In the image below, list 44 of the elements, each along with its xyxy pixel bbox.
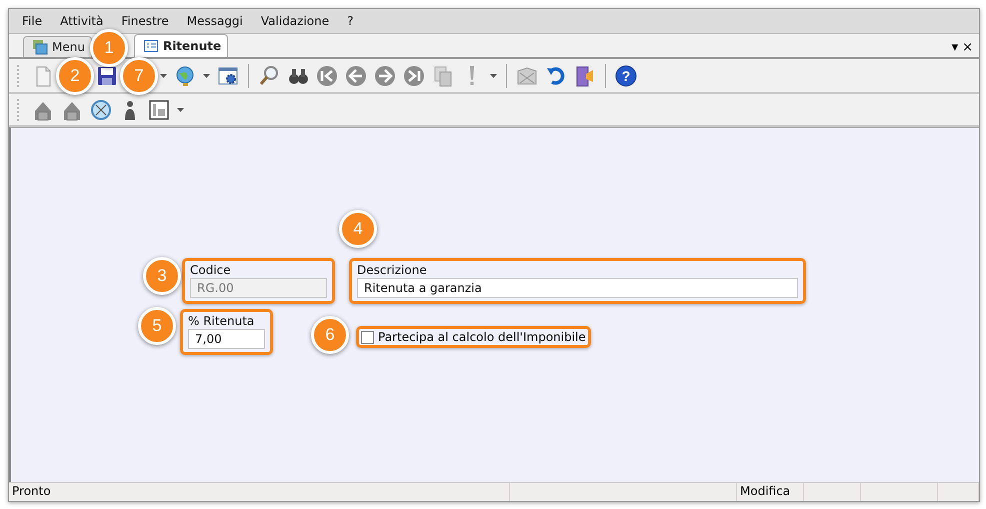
exclamation-icon: [469, 66, 475, 85]
window-icon: [32, 39, 48, 55]
menu-item[interactable]: Attività: [51, 14, 112, 28]
search-icon: [258, 64, 280, 86]
input-field[interactable]: 7,00: [188, 329, 265, 349]
settings-icon: [217, 64, 239, 86]
copy-icon: [432, 64, 454, 86]
menu-item[interactable]: File: [13, 14, 52, 28]
caret-icon: [160, 74, 167, 78]
save-icon: [96, 64, 118, 86]
status-text: Pronto: [9, 483, 510, 501]
caret-icon: [203, 74, 210, 78]
search-button[interactable]: [257, 64, 281, 88]
first-button[interactable]: [315, 64, 339, 88]
globe-icon: [174, 64, 196, 86]
help-button[interactable]: ?: [614, 64, 638, 88]
menu-item[interactable]: Finestre: [112, 14, 178, 28]
menu-item[interactable]: Validazione: [252, 14, 338, 28]
left-arrow-button[interactable]: [344, 64, 368, 88]
caret-icon: [177, 108, 184, 112]
menu-item[interactable]: ?: [338, 14, 362, 28]
layout-button[interactable]: [147, 98, 171, 122]
door-icon: [574, 64, 596, 86]
input-field[interactable]: Ritenuta a garanzia: [357, 278, 798, 298]
checkbox-label: Partecipa al calcolo dell'Imponibile: [378, 330, 586, 344]
last-button[interactable]: [402, 64, 426, 88]
envelope-icon: [516, 64, 538, 86]
last-icon: [403, 64, 425, 86]
first-icon: [316, 64, 338, 86]
document-tab[interactable]: Ritenute: [134, 34, 228, 57]
document-tab[interactable]: Menu: [23, 36, 92, 57]
layout-icon: [148, 98, 170, 120]
field-label: % Ritenuta: [188, 314, 256, 329]
menu-item[interactable]: Messaggi: [178, 14, 252, 28]
close-button[interactable]: ×: [962, 40, 973, 55]
right-arrow-button[interactable]: [373, 64, 397, 88]
tab-list-button[interactable]: ▾: [952, 40, 958, 55]
caret-icon: [490, 74, 497, 78]
list-icon: [142, 38, 159, 54]
checkbox[interactable]: [361, 330, 374, 344]
field-label: Codice: [190, 263, 232, 278]
undo-icon: [545, 64, 567, 86]
field-label: Descrizione: [357, 263, 428, 278]
status-text: Modifica: [737, 483, 804, 501]
